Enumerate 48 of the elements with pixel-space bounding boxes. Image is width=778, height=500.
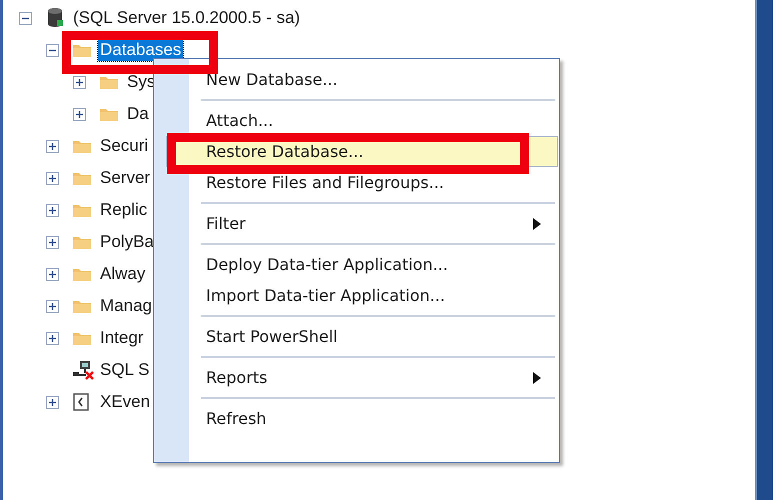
menu-item[interactable]: Refresh <box>154 403 559 434</box>
folder-icon <box>99 106 119 122</box>
expand-icon[interactable] <box>46 396 59 408</box>
tree-item[interactable]: Integr <box>98 327 146 349</box>
tree-item[interactable]: Databases <box>98 39 184 61</box>
tree-item[interactable]: PolyBa <box>98 231 156 253</box>
collapse-icon[interactable] <box>19 12 32 24</box>
expand-icon[interactable] <box>46 172 59 184</box>
computer-error-icon <box>72 360 94 380</box>
menu-item[interactable]: Import Data-tier Application... <box>154 280 559 311</box>
folder-icon <box>72 138 92 154</box>
tree-item[interactable]: (SQL Server 15.0.2000.5 - sa) <box>71 7 302 29</box>
folder-icon <box>72 170 92 186</box>
tree-item[interactable]: SQL S <box>98 359 152 381</box>
submenu-arrow-icon <box>533 372 541 384</box>
folder-icon <box>72 330 92 346</box>
tree-item[interactable]: Alway <box>98 263 148 285</box>
expand-icon[interactable] <box>46 332 59 344</box>
tree-item[interactable]: Replic <box>98 199 150 221</box>
folder-icon <box>72 202 92 218</box>
folder-icon <box>99 74 119 90</box>
menu-item[interactable]: Deploy Data-tier Application... <box>154 249 559 280</box>
expand-icon[interactable] <box>46 140 59 152</box>
expand-icon[interactable] <box>73 76 86 88</box>
expand-icon[interactable] <box>46 268 59 280</box>
folder-icon <box>72 298 92 314</box>
submenu-arrow-icon <box>533 218 541 230</box>
folder-icon <box>72 234 92 250</box>
menu-item[interactable]: Reports <box>154 362 559 393</box>
expand-icon[interactable] <box>46 300 59 312</box>
menu-item[interactable]: New Database... <box>154 64 559 95</box>
tree-item[interactable]: Da <box>125 103 151 125</box>
menu-item[interactable]: Start PowerShell <box>154 321 559 352</box>
expand-icon[interactable] <box>73 108 86 120</box>
expand-icon[interactable] <box>46 236 59 248</box>
tree-item[interactable]: Manag <box>98 295 154 317</box>
tree-item[interactable]: Server <box>98 167 152 189</box>
tree-item[interactable]: Securi <box>98 135 150 157</box>
folder-icon <box>72 266 92 282</box>
expand-icon[interactable] <box>46 204 59 216</box>
tree-item[interactable]: XEven <box>98 391 152 413</box>
collapse-icon[interactable] <box>46 44 59 56</box>
database-server-icon <box>45 7 65 29</box>
folder-icon <box>72 42 92 58</box>
menu-item[interactable]: Restore Files and Filegroups... <box>154 167 559 198</box>
menu-item[interactable]: Attach... <box>154 105 559 136</box>
event-session-icon <box>72 392 90 412</box>
menu-item[interactable]: Filter <box>154 208 559 239</box>
